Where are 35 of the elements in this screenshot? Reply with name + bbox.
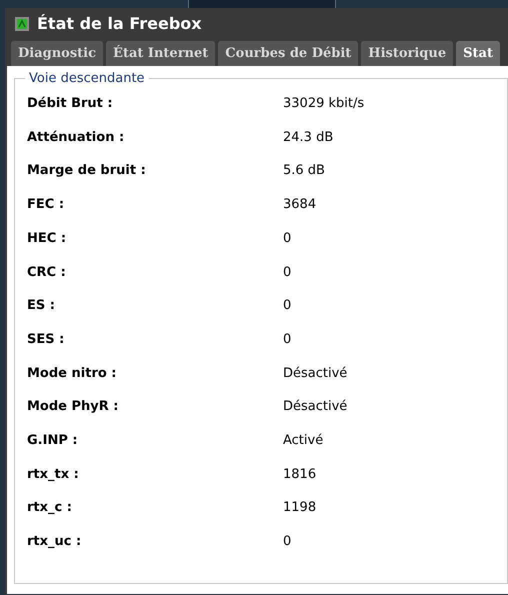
tab[interactable]: Courbes de Débit [218, 41, 358, 66]
tab[interactable]: État Internet [106, 41, 216, 66]
tab[interactable]: Diagnostic [11, 41, 104, 66]
window-title: État de la Freebox [37, 13, 202, 35]
field-label: FEC : [27, 196, 66, 214]
field-value: 24.3 dB [283, 128, 334, 147]
tab[interactable]: Stat [456, 41, 500, 66]
field-value: 0 [283, 297, 292, 316]
app-icon [15, 17, 29, 31]
field-value: 1198 [283, 499, 316, 518]
field-label: rtx_c : [27, 499, 73, 518]
field-label: CRC : [27, 264, 67, 282]
field-label: Atténuation : [27, 128, 126, 147]
field-value: 0 [283, 533, 292, 552]
field-value: Désactivé [283, 398, 348, 416]
field-value: 5.6 dB [283, 162, 325, 180]
tab[interactable]: Historique [361, 41, 454, 66]
field-label: Mode nitro : [27, 364, 118, 383]
field-value: 3684 [283, 196, 316, 214]
field-value: 0 [283, 230, 292, 248]
field-label: SES : [27, 330, 66, 349]
field-value: Activé [283, 432, 324, 450]
field-label: Marge de bruit : [27, 162, 147, 180]
field-label: G.INP : [27, 432, 79, 450]
field-label: HEC : [27, 230, 68, 248]
field-value: 33029 kbit/s [283, 95, 364, 114]
field-value: 1816 [283, 466, 316, 484]
field-label: ES : [27, 297, 56, 316]
field-label: rtx_uc : [27, 533, 82, 552]
field-value: 0 [283, 330, 292, 349]
field-value: 0 [283, 264, 292, 282]
field-label: Mode PhyR : [27, 398, 120, 416]
field-value: Désactivé [283, 364, 348, 383]
field-label: Débit Brut : [27, 95, 114, 114]
field-label: rtx_tx : [27, 466, 80, 484]
